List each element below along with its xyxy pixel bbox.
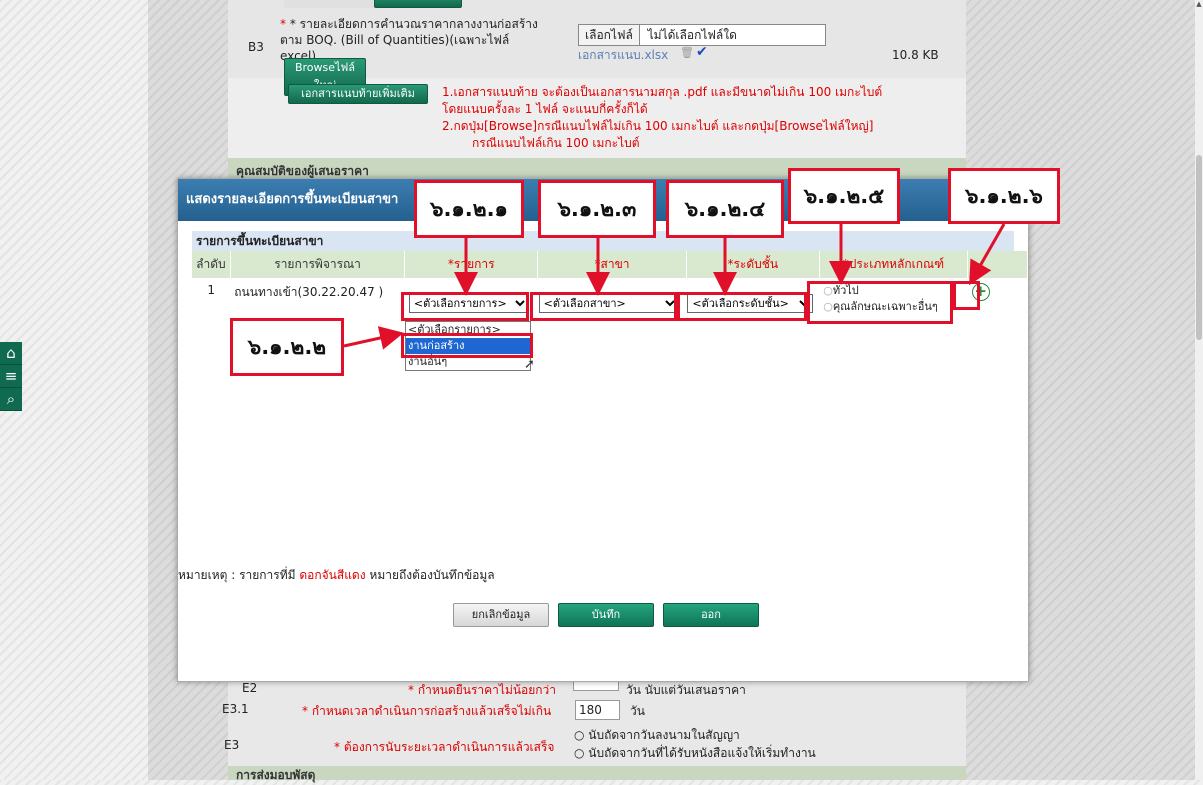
arrow-to-dropdown-option	[343, 326, 404, 350]
arrow-to-add-button	[969, 223, 1006, 286]
callout-arrows	[343, 223, 1006, 350]
